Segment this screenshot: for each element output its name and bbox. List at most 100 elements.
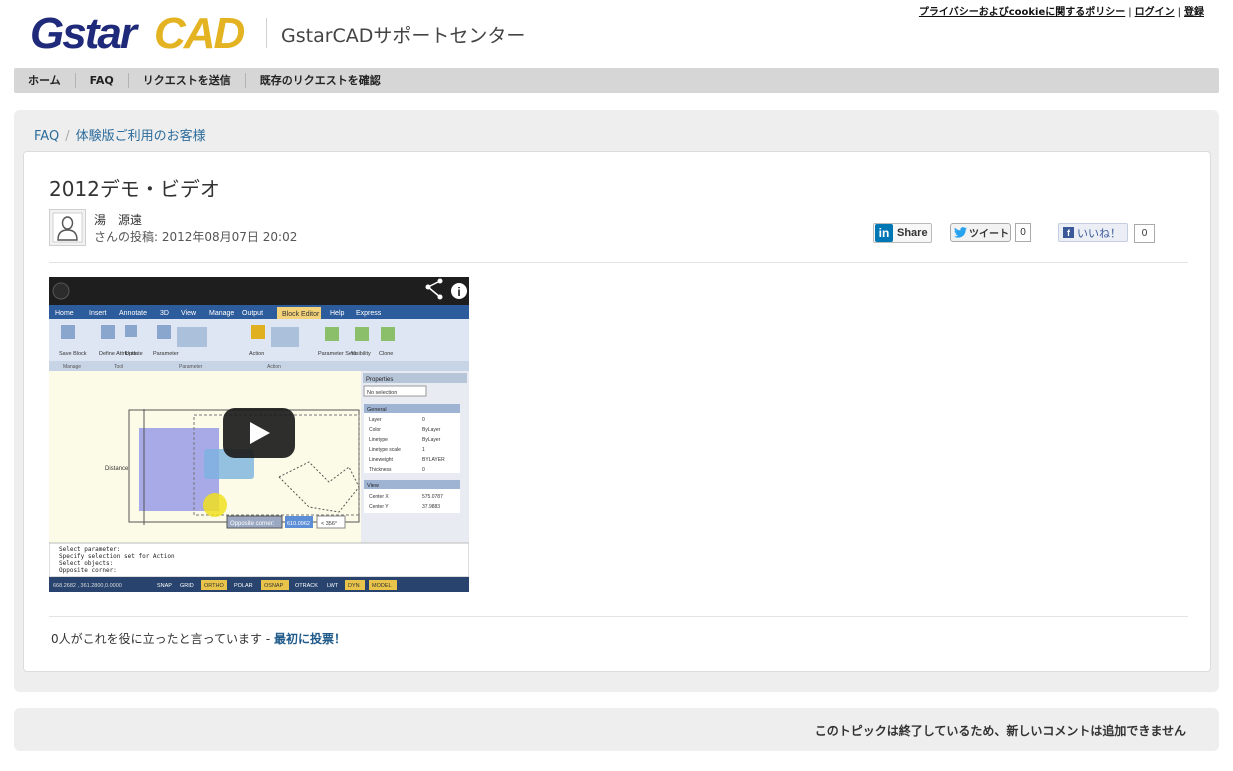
posted-date: さんの投稿: 2012年08月07日 20:02 bbox=[94, 230, 298, 244]
video-prop-value: 0 bbox=[422, 417, 425, 423]
video-thumbnail: i Home Insert Annotate 3D View Manage Ou… bbox=[49, 277, 469, 592]
video-tab: 3D bbox=[160, 310, 169, 317]
register-link[interactable]: 登録 bbox=[1184, 7, 1204, 18]
video-prop-name: Layer bbox=[369, 417, 382, 423]
play-icon[interactable] bbox=[223, 408, 295, 458]
video-prop-name: Lineweight bbox=[369, 457, 394, 463]
video-prop-value: ByLayer bbox=[422, 427, 441, 433]
linkedin-share-button[interactable]: in Share bbox=[873, 223, 932, 243]
video-status-button: LWT bbox=[327, 583, 339, 589]
twitter-tweet-button[interactable]: ツイート bbox=[950, 223, 1011, 242]
breadcrumb-separator: / bbox=[65, 129, 70, 144]
video-ribbon-group: Tool bbox=[114, 364, 123, 370]
user-silhouette-icon bbox=[52, 212, 83, 243]
comments-closed-box: このトピックは終了しているため、新しいコメントは追加できません bbox=[14, 708, 1219, 751]
video-command-line: Select objects: bbox=[59, 560, 113, 567]
video-tab: Manage bbox=[209, 310, 234, 317]
info-icon[interactable]: i bbox=[451, 283, 467, 299]
video-prop-value: 0 bbox=[422, 467, 425, 473]
like-label: いいね！ bbox=[1077, 226, 1121, 240]
facebook-icon: f bbox=[1063, 227, 1074, 238]
video-ribbon-button: Visibility bbox=[351, 351, 371, 357]
video-status-button: DYN bbox=[348, 583, 360, 589]
breadcrumb: FAQ / 体験版ご利用のお客様 bbox=[34, 125, 206, 144]
first-vote-link[interactable]: 最初に投票！ bbox=[274, 632, 346, 646]
video-status-button: OSNAP bbox=[264, 583, 284, 589]
divider bbox=[49, 262, 1188, 263]
video-ribbon-group: Parameter bbox=[179, 364, 203, 370]
video-ribbon-group: Action bbox=[267, 364, 281, 370]
breadcrumb-faq[interactable]: FAQ bbox=[34, 129, 59, 144]
svg-text:i: i bbox=[457, 285, 460, 299]
video-prop-value: 575.0787 bbox=[422, 494, 443, 500]
tweet-label: ツイート bbox=[969, 229, 1009, 240]
breadcrumb-trial-users[interactable]: 体験版ご利用のお客様 bbox=[76, 129, 206, 144]
video-ribbon-button: Clone bbox=[379, 351, 393, 357]
linkedin-share-label: Share bbox=[897, 227, 928, 239]
article: 2012デモ・ビデオ 湯 源遠 さんの投稿: 2012年08月07日 20:02… bbox=[23, 151, 1211, 672]
video-prop-value: ByLayer bbox=[422, 437, 441, 443]
video-drawing-label: Distance bbox=[105, 466, 129, 472]
top-link-separator: | bbox=[1177, 7, 1181, 18]
video-prop-name: Thickness bbox=[369, 467, 392, 473]
video-prop-section: General bbox=[367, 407, 387, 413]
video-drawing-value: 610.0962 bbox=[287, 521, 310, 527]
video-tab: Annotate bbox=[119, 310, 147, 317]
video-ribbon-button: Save Block bbox=[59, 351, 87, 357]
video-prop-value: BYLAYER bbox=[422, 457, 445, 463]
video-command-line: Select parameter: bbox=[59, 546, 120, 553]
top-links: プライバシーおよびcookieに関するポリシー | ログイン | 登録 bbox=[919, 3, 1204, 18]
linkedin-icon: in bbox=[875, 224, 893, 242]
site-title: GstarCADサポートセンター bbox=[281, 25, 526, 47]
video-player[interactable]: i Home Insert Annotate 3D View Manage Ou… bbox=[49, 277, 469, 592]
gstarcad-logo[interactable]: Gstar CAD bbox=[30, 8, 252, 58]
video-ribbon-group: Manage bbox=[63, 364, 81, 370]
like-count: 0 bbox=[1134, 224, 1155, 243]
video-coords: 668.2682 , 361.2800,0.0000 bbox=[53, 583, 122, 589]
privacy-policy-link[interactable]: プライバシーおよびcookieに関するポリシー bbox=[919, 7, 1125, 18]
author-name[interactable]: 湯 源遠 bbox=[94, 211, 142, 228]
video-status-button: MODEL bbox=[372, 583, 392, 589]
top-link-separator: | bbox=[1128, 7, 1132, 18]
video-command-line: Specify selection set for Action bbox=[59, 553, 175, 560]
video-tab: Insert bbox=[89, 310, 107, 317]
divider bbox=[49, 616, 1188, 617]
main-content: FAQ / 体験版ご利用のお客様 2012デモ・ビデオ 湯 源遠 さんの投稿: 20… bbox=[14, 110, 1219, 692]
video-ribbon-button: Update bbox=[125, 351, 143, 357]
video-command-line: Opposite corner: bbox=[59, 567, 117, 574]
video-drawing-angle: < 356° bbox=[321, 521, 337, 527]
video-status-button: GRID bbox=[180, 583, 194, 589]
video-status-button: SNAP bbox=[157, 583, 172, 589]
vote-section: 0人がこれを役に立ったと言っています - 最初に投票！ bbox=[51, 630, 346, 647]
video-ribbon-button: Action bbox=[249, 351, 264, 357]
facebook-like-button[interactable]: f いいね！ bbox=[1058, 223, 1128, 242]
site-header: Gstar CAD GstarCADサポートセンター プライバシーおよびcook… bbox=[0, 0, 1233, 68]
video-prop-value: 37.9883 bbox=[422, 504, 440, 510]
nav-item-submit-request[interactable]: リクエストを送信 bbox=[129, 73, 246, 88]
comments-closed-message: このトピックは終了しているため、新しいコメントは追加できません bbox=[814, 724, 1186, 738]
video-ribbon-button: Parameter bbox=[153, 351, 179, 357]
video-status-button: POLAR bbox=[234, 583, 253, 589]
tweet-count: 0 bbox=[1015, 223, 1031, 242]
video-tab: Help bbox=[330, 310, 345, 317]
nav-item-faq[interactable]: FAQ bbox=[76, 73, 129, 88]
video-tab: Output bbox=[242, 310, 263, 317]
svg-text:CAD: CAD bbox=[154, 9, 245, 58]
video-drawing-tag: Opposite corner: bbox=[230, 521, 275, 527]
main-nav: ホーム FAQ リクエストを送信 既存のリクエストを確認 bbox=[14, 68, 1219, 93]
video-prop-name: Center X bbox=[369, 494, 389, 500]
nav-item-check-requests[interactable]: 既存のリクエストを確認 bbox=[246, 73, 395, 88]
svg-text:Gstar: Gstar bbox=[30, 9, 140, 58]
video-prop-name: Linetype bbox=[369, 437, 388, 443]
logo-divider bbox=[266, 18, 267, 48]
video-status-button: ORTHO bbox=[204, 583, 224, 589]
video-properties-selector: No selection bbox=[367, 390, 397, 396]
video-tab: Express bbox=[356, 310, 382, 317]
video-prop-value: 1 bbox=[422, 447, 425, 453]
nav-item-home[interactable]: ホーム bbox=[14, 73, 76, 88]
video-tab: Home bbox=[55, 310, 74, 317]
video-tab: View bbox=[181, 310, 197, 317]
login-link[interactable]: ログイン bbox=[1135, 7, 1175, 18]
video-tab-active: Block Editor bbox=[282, 311, 320, 318]
video-status-button: OTRACK bbox=[295, 583, 318, 589]
